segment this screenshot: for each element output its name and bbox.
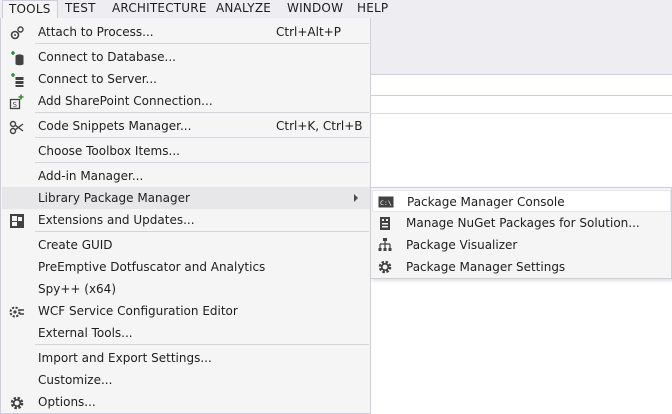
menu-item-wcf-config-editor[interactable]: WCF Service Configuration Editor — [2, 300, 370, 322]
menu-item-external-tools[interactable]: External Tools... — [2, 322, 370, 344]
svg-text:C:\: C:\ — [380, 199, 392, 207]
code-snippets-icon — [9, 119, 25, 135]
menu-item-label: PreEmptive Dotfuscator and Analytics — [38, 260, 266, 274]
menu-item-label: Connect to Server... — [38, 72, 157, 86]
menu-item-create-guid[interactable]: Create GUID — [2, 234, 370, 256]
shortcut-label: Ctrl+K, Ctrl+B — [276, 119, 363, 133]
menu-item-extensions-and-updates[interactable]: Extensions and Updates... — [2, 209, 370, 231]
menu-item-label: Library Package Manager — [38, 191, 190, 205]
library-package-manager-submenu: C:\ Package Manager Console Manage NuGet… — [370, 187, 672, 279]
svg-text:S: S — [13, 101, 18, 109]
menu-item-add-in-manager[interactable]: Add-in Manager... — [2, 165, 370, 187]
menu-separator — [35, 344, 369, 345]
menu-item-label: Spy++ (x64) — [38, 282, 116, 296]
menu-separator — [35, 112, 369, 113]
menu-item-label: WCF Service Configuration Editor — [38, 304, 238, 318]
gear-icon — [9, 395, 25, 411]
submenu-arrow-icon — [354, 194, 358, 202]
tools-menu: Attach to Process... Ctrl+Alt+P Connect … — [0, 18, 371, 414]
wcf-config-icon — [9, 304, 25, 320]
menu-item-label: Import and Export Settings... — [38, 351, 212, 365]
menu-item-choose-toolbox-items[interactable]: Choose Toolbox Items... — [2, 140, 370, 162]
submenu-item-label: Package Manager Console — [407, 195, 565, 209]
menu-architecture[interactable]: ARCHITECTURE — [106, 0, 213, 18]
submenu-item-package-manager-settings[interactable]: Package Manager Settings — [372, 256, 671, 278]
menu-test[interactable]: TEST — [59, 0, 102, 18]
menu-item-import-export-settings[interactable]: Import and Export Settings... — [2, 347, 370, 369]
sharepoint-icon: S — [9, 94, 25, 110]
menu-item-label: External Tools... — [38, 326, 133, 340]
menu-separator — [35, 137, 369, 138]
hierarchy-icon — [377, 237, 393, 253]
menu-item-options[interactable]: Options... — [2, 391, 370, 413]
nuget-packages-icon — [377, 215, 393, 231]
toolbar-area — [370, 18, 672, 74]
menu-item-attach-to-process[interactable]: Attach to Process... Ctrl+Alt+P — [2, 21, 370, 43]
menu-separator — [35, 43, 369, 44]
shortcut-label: Ctrl+Alt+P — [276, 25, 341, 39]
menu-separator — [35, 231, 369, 232]
menu-item-add-sharepoint-connection[interactable]: S Add SharePoint Connection... — [2, 90, 370, 112]
document-header — [370, 96, 672, 114]
menu-item-spy-plus-plus[interactable]: Spy++ (x64) — [2, 278, 370, 300]
submenu-item-label: Manage NuGet Packages for Solution... — [406, 216, 640, 230]
menu-item-label: Connect to Database... — [38, 50, 176, 64]
submenu-item-manage-nuget-packages[interactable]: Manage NuGet Packages for Solution... — [372, 212, 671, 234]
menu-item-connect-to-database[interactable]: Connect to Database... — [2, 46, 370, 68]
attach-process-icon — [9, 25, 25, 41]
menu-item-label: Extensions and Updates... — [38, 213, 195, 227]
submenu-item-package-manager-console[interactable]: C:\ Package Manager Console — [372, 190, 671, 212]
connect-server-icon — [9, 72, 25, 88]
menu-item-connect-to-server[interactable]: Connect to Server... — [2, 68, 370, 90]
document-tab-strip — [370, 74, 672, 96]
menu-item-label: Create GUID — [38, 238, 113, 252]
menu-item-label: Customize... — [38, 373, 113, 387]
menu-bar: TOOLS TEST ARCHITECTURE ANALYZE WINDOW H… — [0, 0, 672, 18]
extensions-icon — [9, 213, 25, 229]
menu-tools[interactable]: TOOLS — [2, 0, 58, 18]
menu-item-customize[interactable]: Customize... — [2, 369, 370, 391]
menu-item-label: Choose Toolbox Items... — [38, 144, 180, 158]
menu-help[interactable]: HELP — [351, 0, 394, 18]
connect-database-icon — [9, 50, 25, 66]
menu-analyze[interactable]: ANALYZE — [210, 0, 277, 18]
menu-item-label: Options... — [38, 395, 96, 409]
menu-item-library-package-manager[interactable]: Library Package Manager — [2, 187, 370, 209]
menu-item-preemptive-dotfuscator[interactable]: PreEmptive Dotfuscator and Analytics — [2, 256, 370, 278]
console-icon: C:\ — [378, 194, 394, 210]
submenu-item-package-visualizer[interactable]: Package Visualizer — [372, 234, 671, 256]
menu-item-label: Code Snippets Manager... — [38, 119, 192, 133]
submenu-item-label: Package Manager Settings — [406, 260, 566, 274]
submenu-item-label: Package Visualizer — [406, 238, 518, 252]
menu-separator — [35, 162, 369, 163]
menu-window[interactable]: WINDOW — [281, 0, 349, 18]
gear-icon — [377, 259, 393, 275]
menu-item-code-snippets-manager[interactable]: Code Snippets Manager... Ctrl+K, Ctrl+B — [2, 115, 370, 137]
menu-item-label: Attach to Process... — [38, 25, 154, 39]
menu-item-label: Add-in Manager... — [38, 169, 144, 183]
menu-item-label: Add SharePoint Connection... — [38, 94, 213, 108]
